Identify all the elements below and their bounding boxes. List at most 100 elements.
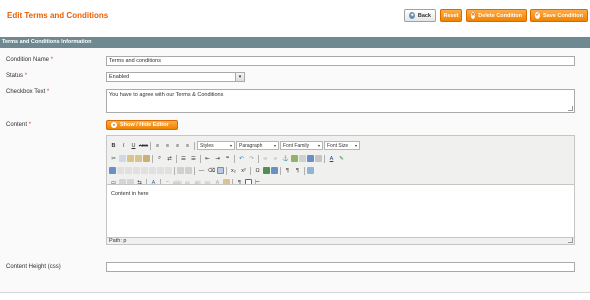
toolbar-separator [200, 154, 201, 163]
undo-icon[interactable]: ↶ [237, 154, 246, 163]
page-title: Edit Terms and Conditions [7, 11, 109, 20]
back-button-label: Back [417, 12, 431, 19]
content-label-text: Content [6, 122, 28, 128]
styles-dropdown[interactable]: Styles ▾ [197, 141, 235, 150]
paste-text-icon[interactable] [135, 155, 142, 162]
replace-icon[interactable]: ⇄ [165, 154, 174, 163]
delete-button-label: Delete Condition [478, 12, 522, 19]
fullscreen-icon[interactable] [307, 167, 314, 174]
checkbox-text-label-text: Checkbox Text [6, 89, 46, 95]
required-marker: * [28, 122, 32, 128]
paragraph-dropdown[interactable]: Paragraph ▾ [236, 141, 279, 150]
background-color-icon[interactable]: ✎ [337, 154, 346, 163]
superscript-icon[interactable]: x² [239, 166, 248, 175]
chevron-down-icon: ▾ [273, 143, 276, 148]
special-char-icon[interactable]: Ω [253, 166, 262, 175]
insert-col-before-icon[interactable] [157, 167, 164, 174]
font-size-dropdown[interactable]: Font Size ▾ [324, 141, 360, 150]
reset-button-label: Reset [443, 12, 459, 19]
bullet-list-icon[interactable]: ☰ [179, 154, 188, 163]
align-left-icon[interactable]: ≡ [153, 141, 162, 150]
remove-format-icon[interactable]: ⌫ [207, 166, 216, 175]
eye-icon: ● [111, 122, 117, 128]
toolbar-separator [304, 166, 305, 175]
bold-button[interactable]: B [109, 141, 118, 150]
anchor-icon[interactable]: ⚓ [281, 154, 290, 163]
widget-icon[interactable] [271, 167, 278, 174]
numbered-list-icon[interactable]: ☰ [189, 154, 198, 163]
chevron-down-icon: ▾ [229, 143, 232, 148]
toolbar-separator [226, 166, 227, 175]
split-cells-icon[interactable] [177, 167, 184, 174]
row-props-icon[interactable] [117, 167, 124, 174]
content-height-input[interactable] [106, 262, 575, 272]
cell-props-icon[interactable] [125, 167, 132, 174]
back-button[interactable]: ◂ Back [404, 9, 436, 22]
help-icon[interactable] [307, 155, 314, 162]
toolbar-separator [194, 141, 195, 150]
font-family-dropdown[interactable]: Font Family ▾ [280, 141, 323, 150]
toolbar-separator [150, 141, 151, 150]
align-justify-icon[interactable]: ≡ [183, 141, 192, 150]
styles-dropdown-label: Styles [200, 142, 214, 149]
delete-condition-button[interactable]: ✕ Delete Condition [466, 9, 527, 22]
italic-button[interactable]: I [119, 141, 128, 150]
blockquote-icon[interactable]: ❝ [223, 154, 232, 163]
html-source-icon[interactable] [315, 155, 322, 162]
toolbar-separator [324, 154, 325, 163]
text-color-icon[interactable]: A [327, 154, 336, 163]
toolbar-separator [194, 166, 195, 175]
show-hide-editor-button[interactable]: ● Show / Hide Editor [106, 120, 178, 130]
show-hide-editor-label: Show / Hide Editor [120, 122, 169, 128]
editor-toolbar-row-3: — ⌫ x₂ x² Ω ¶ ¶ [109, 165, 314, 176]
horizontal-rule-icon[interactable]: — [197, 166, 206, 175]
status-select[interactable]: Enabled ▾ [106, 72, 245, 82]
delete-col-icon[interactable] [165, 167, 172, 174]
reset-button[interactable]: Reset [440, 9, 462, 22]
condition-name-input[interactable]: Terms and conditions [106, 56, 575, 66]
content-height-label: Content Height (css) [6, 264, 61, 270]
insert-row-before-icon[interactable] [133, 167, 140, 174]
save-button-label: Save Condition [542, 12, 583, 19]
resize-grip-icon[interactable] [568, 238, 573, 243]
find-icon[interactable]: ⌕ [155, 154, 164, 163]
align-center-icon[interactable]: ≡ [163, 141, 172, 150]
resize-grip-icon[interactable] [568, 106, 573, 111]
status-label-text: Status [6, 73, 24, 79]
content-label: Content * [6, 122, 31, 128]
strikethrough-button[interactable]: ABC [139, 141, 148, 150]
unlink-icon[interactable]: ∝ [271, 154, 280, 163]
cut-icon[interactable]: ✂ [109, 154, 118, 163]
copy-icon[interactable] [119, 155, 126, 162]
toolbar-separator [250, 166, 251, 175]
delete-row-icon[interactable] [149, 167, 156, 174]
condition-name-label-text: Condition Name [6, 57, 50, 63]
redo-icon[interactable]: ↷ [247, 154, 256, 163]
toolbar-separator [280, 166, 281, 175]
rtl-icon[interactable]: ¶ [293, 166, 302, 175]
font-size-dropdown-label: Font Size [327, 142, 349, 149]
image-icon[interactable] [291, 155, 298, 162]
editor-content-area[interactable]: Content in here [107, 184, 574, 238]
underline-button[interactable]: U [129, 141, 138, 150]
media-icon[interactable] [263, 167, 270, 174]
table-icon[interactable] [109, 167, 116, 174]
link-icon[interactable]: ∞ [261, 154, 270, 163]
merge-cells-icon[interactable] [185, 167, 192, 174]
paste-icon[interactable] [127, 155, 134, 162]
checkbox-text-textarea[interactable]: You have to agree with our Terms & Condi… [106, 89, 575, 113]
page-header: Edit Terms and Conditions ◂ Back Reset ✕… [0, 0, 590, 31]
outdent-icon[interactable]: ⇤ [203, 154, 212, 163]
required-marker: * [24, 73, 28, 79]
visual-aid-icon[interactable] [217, 167, 224, 174]
align-right-icon[interactable]: ≡ [173, 141, 182, 150]
cleanup-icon[interactable] [299, 155, 306, 162]
save-condition-button[interactable]: ✓ Save Condition [530, 9, 588, 22]
insert-row-after-icon[interactable] [141, 167, 148, 174]
ltr-icon[interactable]: ¶ [283, 166, 292, 175]
indent-icon[interactable]: ⇥ [213, 154, 222, 163]
editor-path: Path: p [109, 238, 127, 244]
paste-word-icon[interactable] [143, 155, 150, 162]
chevron-down-icon: ▾ [317, 143, 320, 148]
subscript-icon[interactable]: x₂ [229, 166, 238, 175]
